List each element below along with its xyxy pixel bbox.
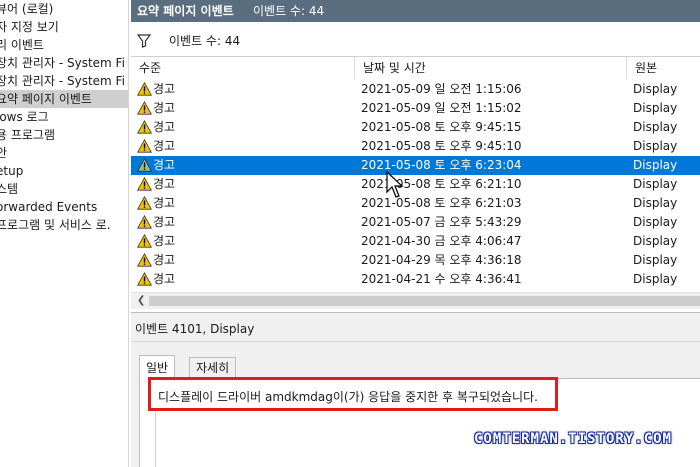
warning-icon: [137, 272, 152, 286]
event-level: 경고: [153, 82, 176, 96]
warning-icon: [137, 82, 152, 96]
tab-details[interactable]: 자세히: [189, 357, 237, 378]
warning-icon: [137, 120, 152, 134]
horizontal-scrollbar[interactable]: ❮: [131, 292, 700, 309]
view-title: 요약 페이지 이벤트: [137, 4, 234, 18]
event-detail-title: 이벤트 4101, Display: [135, 322, 255, 336]
event-level: 경고: [153, 101, 176, 115]
warning-icon: [137, 215, 152, 229]
event-level: 경고: [153, 253, 176, 267]
column-header-source[interactable]: 원본: [627, 57, 700, 79]
event-source: Display: [633, 253, 678, 267]
divider: [131, 341, 700, 342]
event-detail-pane: 이벤트 4101, Display 일반 자세히 디스플레이 드라이버 amdk…: [131, 312, 700, 467]
event-message: 디스플레이 드라이버 amdkmdag이(가) 응답을 중지한 후 복구되었습니…: [158, 390, 538, 404]
tree-item[interactable]: 자 지정 보기: [0, 18, 128, 36]
event-row[interactable]: 경고 2021-05-08 토 오후 6:21:10 Display: [131, 175, 700, 194]
tab-general[interactable]: 일반: [139, 355, 176, 379]
warning-icon: [137, 177, 152, 191]
event-source: Display: [633, 234, 678, 248]
filter-event-count: 이벤트 수: 44: [169, 34, 241, 48]
event-source: Display: [633, 82, 678, 96]
event-row[interactable]: 경고 2021-05-07 금 오후 5:43:29 Display: [131, 213, 700, 232]
tree-item[interactable]: 뷰어 (로컬): [0, 0, 128, 18]
event-row[interactable]: 경고 2021-04-21 수 오후 4:36:41 Display: [131, 270, 700, 289]
watermark: COMTERMAN.TISTORY.COM: [473, 431, 672, 447]
event-level: 경고: [153, 139, 176, 153]
event-datetime: 2021-04-30 금 오후 4:06:47: [361, 234, 522, 248]
event-source: Display: [633, 177, 678, 191]
event-level: 경고: [153, 272, 176, 286]
navigation-tree: 뷰어 (로컬) 자 지정 보기 리 이벤트 장치 관리자 - System Fi…: [0, 0, 129, 467]
event-datetime: 2021-05-09 일 오전 1:15:02: [361, 101, 522, 115]
scrollbar-thumb[interactable]: [149, 296, 700, 306]
event-datetime: 2021-04-29 목 오후 4:36:18: [361, 253, 522, 267]
column-header-level[interactable]: 수준: [131, 57, 355, 79]
view-header: 요약 페이지 이벤트 이벤트 수: 44: [131, 0, 700, 22]
warning-icon: [137, 101, 152, 115]
divider: [155, 412, 156, 467]
tree-item[interactable]: 프로그램 및 서비스 로.: [0, 216, 128, 234]
tree-item[interactable]: 리 이벤트: [0, 36, 128, 54]
event-row[interactable]: 경고 2021-05-09 일 오전 1:15:06 Display: [131, 80, 700, 99]
column-header-datetime[interactable]: 날짜 및 시간: [355, 57, 627, 79]
scroll-left-icon[interactable]: ❮: [137, 293, 145, 309]
event-level: 경고: [153, 120, 176, 134]
tree-item[interactable]: lows 로그: [0, 108, 128, 126]
event-source: Display: [633, 139, 678, 153]
warning-icon: [137, 139, 152, 153]
mouse-cursor-icon: [386, 171, 404, 198]
event-row[interactable]: 경고 2021-04-29 목 오후 4:36:18 Display: [131, 251, 700, 270]
event-list[interactable]: 수준 날짜 및 시간 원본 경고 2021-05-09 일 오전 1:15:06 D…: [131, 56, 700, 309]
event-row[interactable]: 경고 2021-05-08 토 오후 6:23:04 Display: [131, 156, 700, 175]
tree-item[interactable]: 용 프로그램: [0, 126, 128, 144]
warning-icon: [137, 234, 152, 248]
tree-item[interactable]: 안: [0, 144, 128, 162]
event-row[interactable]: 경고 2021-05-08 토 오후 9:45:10 Display: [131, 137, 700, 156]
tree-item[interactable]: 장치 관리자 - System Fi: [0, 54, 128, 72]
tree-item-summary-page-events[interactable]: 요약 페이지 이벤트: [0, 90, 128, 108]
event-source: Display: [633, 120, 678, 134]
view-event-count: 이벤트 수: 44: [253, 4, 325, 18]
event-datetime: 2021-05-07 금 오후 5:43:29: [361, 215, 522, 229]
warning-icon: [137, 253, 152, 267]
event-source: Display: [633, 215, 678, 229]
event-row[interactable]: 경고 2021-04-30 금 오후 4:06:47 Display: [131, 232, 700, 251]
event-level: 경고: [153, 158, 176, 172]
event-row[interactable]: 경고 2021-05-08 토 오후 9:45:15 Display: [131, 118, 700, 137]
funnel-icon[interactable]: [137, 34, 151, 48]
event-source: Display: [633, 272, 678, 286]
tree-item[interactable]: orwarded Events: [0, 198, 128, 216]
tree-item[interactable]: 장치 관리자 - System Fi: [0, 72, 128, 90]
event-datetime: 2021-05-08 토 오후 9:45:10: [361, 139, 522, 153]
event-level: 경고: [153, 196, 176, 210]
event-source: Display: [633, 196, 678, 210]
event-datetime: 2021-05-08 토 오후 9:45:15: [361, 120, 522, 134]
filter-bar: 이벤트 수: 44: [131, 28, 700, 54]
event-level: 경고: [153, 177, 176, 191]
event-source: Display: [633, 158, 678, 172]
tree-item[interactable]: etup: [0, 162, 128, 180]
event-level: 경고: [153, 234, 176, 248]
tree-item[interactable]: 스템: [0, 180, 128, 198]
event-datetime: 2021-04-21 수 오후 4:36:41: [361, 272, 522, 286]
event-row[interactable]: 경고 2021-05-08 토 오후 6:21:03 Display: [131, 194, 700, 213]
event-datetime: 2021-05-09 일 오전 1:15:06: [361, 82, 522, 96]
event-source: Display: [633, 101, 678, 115]
warning-icon: [137, 158, 152, 172]
warning-icon: [137, 196, 152, 210]
event-level: 경고: [153, 215, 176, 229]
event-row[interactable]: 경고 2021-05-09 일 오전 1:15:02 Display: [131, 99, 700, 118]
